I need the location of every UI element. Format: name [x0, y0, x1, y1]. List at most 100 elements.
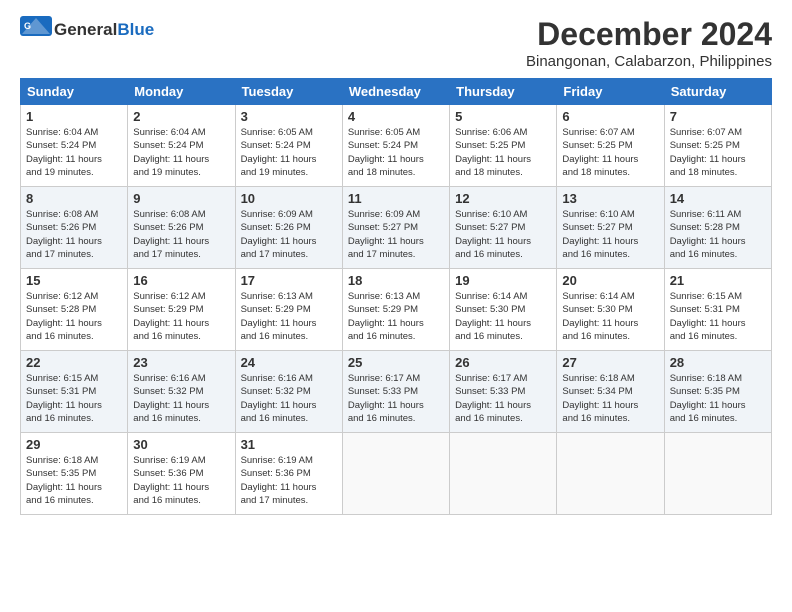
- page: G GeneralBlue December 2024 Binangonan, …: [0, 0, 792, 612]
- table-row: 19 Sunrise: 6:14 AM Sunset: 5:30 PM Dayli…: [450, 269, 557, 351]
- logo-general: General: [54, 20, 117, 39]
- calendar-week-row: 29 Sunrise: 6:18 AM Sunset: 5:35 PM Dayli…: [21, 433, 772, 515]
- day-number: 1: [26, 109, 122, 124]
- header: G GeneralBlue December 2024 Binangonan, …: [20, 16, 772, 70]
- day-info: Sunrise: 6:09 AM Sunset: 5:26 PM Dayligh…: [241, 208, 337, 261]
- day-number: 11: [348, 191, 444, 206]
- day-info: Sunrise: 6:13 AM Sunset: 5:29 PM Dayligh…: [348, 290, 444, 343]
- day-info: Sunrise: 6:09 AM Sunset: 5:27 PM Dayligh…: [348, 208, 444, 261]
- day-info: Sunrise: 6:04 AM Sunset: 5:24 PM Dayligh…: [26, 126, 122, 179]
- day-info: Sunrise: 6:05 AM Sunset: 5:24 PM Dayligh…: [241, 126, 337, 179]
- day-info: Sunrise: 6:11 AM Sunset: 5:28 PM Dayligh…: [670, 208, 766, 261]
- day-number: 16: [133, 273, 229, 288]
- day-number: 14: [670, 191, 766, 206]
- day-number: 29: [26, 437, 122, 452]
- day-info: Sunrise: 6:14 AM Sunset: 5:30 PM Dayligh…: [562, 290, 658, 343]
- day-number: 17: [241, 273, 337, 288]
- day-number: 20: [562, 273, 658, 288]
- day-number: 10: [241, 191, 337, 206]
- svg-text:G: G: [24, 21, 31, 31]
- day-number: 27: [562, 355, 658, 370]
- table-row: [450, 433, 557, 515]
- month-title: December 2024: [526, 16, 772, 53]
- day-info: Sunrise: 6:17 AM Sunset: 5:33 PM Dayligh…: [455, 372, 551, 425]
- day-number: 13: [562, 191, 658, 206]
- table-row: 9Sunrise: 6:08 AM Sunset: 5:26 PM Daylig…: [128, 187, 235, 269]
- day-number: 5: [455, 109, 551, 124]
- day-info: Sunrise: 6:10 AM Sunset: 5:27 PM Dayligh…: [562, 208, 658, 261]
- day-info: Sunrise: 6:06 AM Sunset: 5:25 PM Dayligh…: [455, 126, 551, 179]
- calendar-header-row: Sunday Monday Tuesday Wednesday Thursday…: [21, 79, 772, 105]
- day-number: 8: [26, 191, 122, 206]
- table-row: [342, 433, 449, 515]
- day-info: Sunrise: 6:07 AM Sunset: 5:25 PM Dayligh…: [562, 126, 658, 179]
- table-row: 30Sunrise: 6:19 AM Sunset: 5:36 PM Dayli…: [128, 433, 235, 515]
- table-row: 4 Sunrise: 6:05 AM Sunset: 5:24 PM Daylig…: [342, 105, 449, 187]
- table-row: 5 Sunrise: 6:06 AM Sunset: 5:25 PM Daylig…: [450, 105, 557, 187]
- col-friday: Friday: [557, 79, 664, 105]
- col-saturday: Saturday: [664, 79, 771, 105]
- table-row: 16Sunrise: 6:12 AM Sunset: 5:29 PM Dayli…: [128, 269, 235, 351]
- day-info: Sunrise: 6:08 AM Sunset: 5:26 PM Dayligh…: [133, 208, 229, 261]
- col-sunday: Sunday: [21, 79, 128, 105]
- table-row: 18Sunrise: 6:13 AM Sunset: 5:29 PM Dayli…: [342, 269, 449, 351]
- day-number: 30: [133, 437, 229, 452]
- table-row: 7 Sunrise: 6:07 AM Sunset: 5:25 PM Daylig…: [664, 105, 771, 187]
- logo-icon: G: [20, 16, 52, 44]
- day-number: 24: [241, 355, 337, 370]
- day-number: 22: [26, 355, 122, 370]
- day-info: Sunrise: 6:04 AM Sunset: 5:24 PM Dayligh…: [133, 126, 229, 179]
- table-row: 25 Sunrise: 6:17 AM Sunset: 5:33 PM Dayli…: [342, 351, 449, 433]
- col-thursday: Thursday: [450, 79, 557, 105]
- table-row: 23Sunrise: 6:16 AM Sunset: 5:32 PM Dayli…: [128, 351, 235, 433]
- day-number: 6: [562, 109, 658, 124]
- day-info: Sunrise: 6:18 AM Sunset: 5:35 PM Dayligh…: [26, 454, 122, 507]
- day-number: 21: [670, 273, 766, 288]
- calendar-week-row: 22 Sunrise: 6:15 AM Sunset: 5:31 PM Dayli…: [21, 351, 772, 433]
- table-row: 11 Sunrise: 6:09 AM Sunset: 5:27 PM Dayli…: [342, 187, 449, 269]
- table-row: 2 Sunrise: 6:04 AM Sunset: 5:24 PM Daylig…: [128, 105, 235, 187]
- day-number: 19: [455, 273, 551, 288]
- day-info: Sunrise: 6:15 AM Sunset: 5:31 PM Dayligh…: [670, 290, 766, 343]
- table-row: 22 Sunrise: 6:15 AM Sunset: 5:31 PM Dayli…: [21, 351, 128, 433]
- day-info: Sunrise: 6:16 AM Sunset: 5:32 PM Dayligh…: [241, 372, 337, 425]
- table-row: 24 Sunrise: 6:16 AM Sunset: 5:32 PM Dayli…: [235, 351, 342, 433]
- table-row: 13 Sunrise: 6:10 AM Sunset: 5:27 PM Dayli…: [557, 187, 664, 269]
- col-tuesday: Tuesday: [235, 79, 342, 105]
- calendar-week-row: 8 Sunrise: 6:08 AM Sunset: 5:26 PM Daylig…: [21, 187, 772, 269]
- day-info: Sunrise: 6:07 AM Sunset: 5:25 PM Dayligh…: [670, 126, 766, 179]
- day-number: 12: [455, 191, 551, 206]
- day-info: Sunrise: 6:17 AM Sunset: 5:33 PM Dayligh…: [348, 372, 444, 425]
- table-row: 21 Sunrise: 6:15 AM Sunset: 5:31 PM Dayli…: [664, 269, 771, 351]
- day-info: Sunrise: 6:08 AM Sunset: 5:26 PM Dayligh…: [26, 208, 122, 261]
- day-info: Sunrise: 6:18 AM Sunset: 5:34 PM Dayligh…: [562, 372, 658, 425]
- calendar-week-row: 15Sunrise: 6:12 AM Sunset: 5:28 PM Dayli…: [21, 269, 772, 351]
- col-monday: Monday: [128, 79, 235, 105]
- day-info: Sunrise: 6:13 AM Sunset: 5:29 PM Dayligh…: [241, 290, 337, 343]
- table-row: 17 Sunrise: 6:13 AM Sunset: 5:29 PM Dayli…: [235, 269, 342, 351]
- day-number: 28: [670, 355, 766, 370]
- day-info: Sunrise: 6:15 AM Sunset: 5:31 PM Dayligh…: [26, 372, 122, 425]
- title-area: December 2024 Binangonan, Calabarzon, Ph…: [526, 16, 772, 70]
- table-row: 1 Sunrise: 6:04 AM Sunset: 5:24 PM Daylig…: [21, 105, 128, 187]
- day-info: Sunrise: 6:14 AM Sunset: 5:30 PM Dayligh…: [455, 290, 551, 343]
- table-row: 26Sunrise: 6:17 AM Sunset: 5:33 PM Dayli…: [450, 351, 557, 433]
- day-number: 7: [670, 109, 766, 124]
- day-info: Sunrise: 6:12 AM Sunset: 5:28 PM Dayligh…: [26, 290, 122, 343]
- table-row: 12 Sunrise: 6:10 AM Sunset: 5:27 PM Dayli…: [450, 187, 557, 269]
- table-row: 10 Sunrise: 6:09 AM Sunset: 5:26 PM Dayli…: [235, 187, 342, 269]
- table-row: 14 Sunrise: 6:11 AM Sunset: 5:28 PM Dayli…: [664, 187, 771, 269]
- day-number: 25: [348, 355, 444, 370]
- logo-blue: Blue: [117, 20, 154, 39]
- table-row: 8 Sunrise: 6:08 AM Sunset: 5:26 PM Daylig…: [21, 187, 128, 269]
- table-row: 27 Sunrise: 6:18 AM Sunset: 5:34 PM Dayli…: [557, 351, 664, 433]
- calendar-week-row: 1 Sunrise: 6:04 AM Sunset: 5:24 PM Daylig…: [21, 105, 772, 187]
- table-row: [557, 433, 664, 515]
- day-info: Sunrise: 6:10 AM Sunset: 5:27 PM Dayligh…: [455, 208, 551, 261]
- day-number: 2: [133, 109, 229, 124]
- table-row: [664, 433, 771, 515]
- location-title: Binangonan, Calabarzon, Philippines: [526, 53, 772, 70]
- day-info: Sunrise: 6:05 AM Sunset: 5:24 PM Dayligh…: [348, 126, 444, 179]
- day-number: 4: [348, 109, 444, 124]
- table-row: 15Sunrise: 6:12 AM Sunset: 5:28 PM Dayli…: [21, 269, 128, 351]
